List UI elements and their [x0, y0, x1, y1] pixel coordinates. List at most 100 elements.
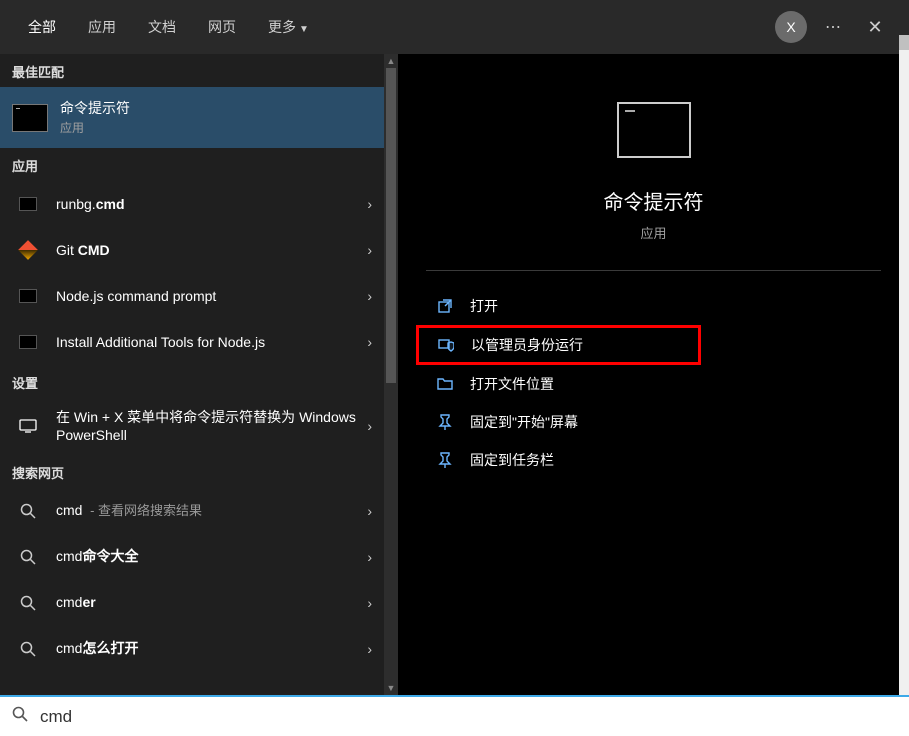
search-window: 全部 应用 文档 网页 更多▼ X ⋯ ✕ 最佳匹配 命令提示符 应用	[0, 0, 909, 695]
header: 全部 应用 文档 网页 更多▼ X ⋯ ✕	[0, 0, 909, 54]
pin-icon	[436, 451, 454, 469]
results-list: 最佳匹配 命令提示符 应用 应用 runbg.cmd ›	[0, 54, 384, 672]
result-title: cmder	[56, 593, 359, 611]
cmd-icon	[12, 283, 44, 309]
avatar[interactable]: X	[775, 11, 807, 43]
result-text: 命令提示符 应用	[60, 99, 372, 136]
result-best-match[interactable]: 命令提示符 应用	[0, 87, 384, 148]
cmd-icon	[12, 103, 48, 133]
chevron-right-icon: ›	[367, 641, 372, 657]
preview-title: 命令提示符	[604, 186, 704, 215]
result-text: 在 Win + X 菜单中将命令提示符替换为 Windows PowerShel…	[56, 408, 359, 444]
action-pin-taskbar[interactable]: 固定到任务栏	[426, 441, 881, 479]
result-web-cmd[interactable]: cmd - 查看网络搜索结果 ›	[0, 488, 384, 534]
result-title: Install Additional Tools for Node.js	[56, 333, 359, 351]
result-app-nodejs[interactable]: Node.js command prompt ›	[0, 273, 384, 319]
result-text: cmd怎么打开	[56, 639, 359, 657]
chevron-right-icon: ›	[367, 418, 372, 434]
tab-more[interactable]: 更多▼	[258, 11, 319, 43]
action-label: 打开	[470, 296, 498, 316]
chevron-right-icon: ›	[367, 549, 372, 565]
tab-apps[interactable]: 应用	[78, 11, 126, 43]
preview-panel: 命令提示符 应用 打开 以管理员身份运行	[398, 54, 909, 695]
tab-more-label: 更多	[268, 19, 296, 35]
result-title: Git CMD	[56, 241, 359, 259]
results-panel: 最佳匹配 命令提示符 应用 应用 runbg.cmd ›	[0, 54, 398, 695]
filter-tabs: 全部 应用 文档 网页 更多▼	[18, 11, 319, 43]
section-settings: 设置	[0, 365, 384, 398]
open-icon	[436, 297, 454, 315]
result-text: cmd - 查看网络搜索结果	[56, 501, 359, 520]
chevron-right-icon: ›	[367, 503, 372, 519]
result-title: cmd命令大全	[56, 547, 359, 565]
chevron-right-icon: ›	[367, 288, 372, 304]
result-title: 命令提示符	[60, 99, 372, 117]
scroll-down-icon[interactable]: ▼	[384, 681, 398, 695]
preview-subtitle: 应用	[640, 223, 666, 242]
result-text: Node.js command prompt	[56, 287, 359, 305]
section-search-web: 搜索网页	[0, 455, 384, 488]
action-pin-start[interactable]: 固定到"开始"屏幕	[426, 403, 881, 441]
section-best-match: 最佳匹配	[0, 54, 384, 87]
result-app-install-tools[interactable]: Install Additional Tools for Node.js ›	[0, 319, 384, 365]
section-apps: 应用	[0, 148, 384, 181]
search-icon	[12, 544, 44, 570]
chevron-right-icon: ›	[367, 595, 372, 611]
action-run-as-admin[interactable]: 以管理员身份运行	[416, 325, 701, 365]
tab-all[interactable]: 全部	[18, 11, 66, 43]
search-icon	[12, 706, 28, 727]
scrollbar-thumb[interactable]	[386, 68, 396, 383]
result-subtitle: 应用	[60, 119, 372, 136]
cmd-icon	[12, 329, 44, 355]
result-web-cmder[interactable]: cmder ›	[0, 580, 384, 626]
action-open-location[interactable]: 打开文件位置	[426, 365, 881, 403]
search-icon	[12, 498, 44, 524]
result-app-gitcmd[interactable]: Git CMD ›	[0, 227, 384, 273]
chevron-right-icon: ›	[367, 242, 372, 258]
action-label: 以管理员身份运行	[471, 335, 583, 355]
preview-cmd-icon	[617, 102, 691, 158]
result-title: Node.js command prompt	[56, 287, 359, 305]
result-text: cmder	[56, 593, 359, 611]
folder-icon	[436, 375, 454, 393]
tab-docs[interactable]: 文档	[138, 11, 186, 43]
action-label: 固定到任务栏	[470, 450, 554, 470]
search-bar	[0, 695, 909, 736]
action-label: 打开文件位置	[470, 374, 554, 394]
scroll-up-icon[interactable]: ▲	[384, 54, 398, 68]
more-options-button[interactable]: ⋯	[817, 11, 849, 43]
chevron-right-icon: ›	[367, 334, 372, 350]
result-setting-winx[interactable]: 在 Win + X 菜单中将命令提示符替换为 Windows PowerShel…	[0, 398, 384, 454]
result-web-cmd-howto[interactable]: cmd怎么打开 ›	[0, 626, 384, 672]
tab-web[interactable]: 网页	[198, 11, 246, 43]
result-web-cmd-commands[interactable]: cmd命令大全 ›	[0, 534, 384, 580]
cmd-file-icon	[12, 191, 44, 217]
action-label: 固定到"开始"屏幕	[470, 412, 578, 432]
result-app-runbg[interactable]: runbg.cmd ›	[0, 181, 384, 227]
result-text: runbg.cmd	[56, 195, 359, 213]
page-scrollbar[interactable]	[899, 35, 909, 730]
result-title: 在 Win + X 菜单中将命令提示符替换为 Windows PowerShel…	[56, 408, 359, 444]
body: 最佳匹配 命令提示符 应用 应用 runbg.cmd ›	[0, 54, 909, 695]
admin-shield-icon	[437, 336, 455, 354]
chevron-right-icon: ›	[367, 196, 372, 212]
result-title: cmd - 查看网络搜索结果	[56, 501, 359, 520]
pin-icon	[436, 413, 454, 431]
git-icon	[12, 237, 44, 263]
result-title: runbg.cmd	[56, 195, 359, 213]
action-open[interactable]: 打开	[426, 287, 881, 325]
inline-sub: - 查看网络搜索结果	[86, 503, 202, 518]
search-icon	[12, 636, 44, 662]
header-actions: X ⋯ ✕	[775, 11, 891, 43]
result-text: cmd命令大全	[56, 547, 359, 565]
result-text: Install Additional Tools for Node.js	[56, 333, 359, 351]
search-input[interactable]	[40, 707, 897, 727]
result-text: Git CMD	[56, 241, 359, 259]
chevron-down-icon: ▼	[299, 24, 309, 35]
results-scrollbar[interactable]: ▲ ▼	[384, 54, 398, 695]
close-button[interactable]: ✕	[859, 11, 891, 43]
actions-list: 打开 以管理员身份运行 打开文件位置	[426, 271, 881, 479]
result-title: cmd怎么打开	[56, 639, 359, 657]
settings-monitor-icon	[12, 413, 44, 439]
search-icon	[12, 590, 44, 616]
